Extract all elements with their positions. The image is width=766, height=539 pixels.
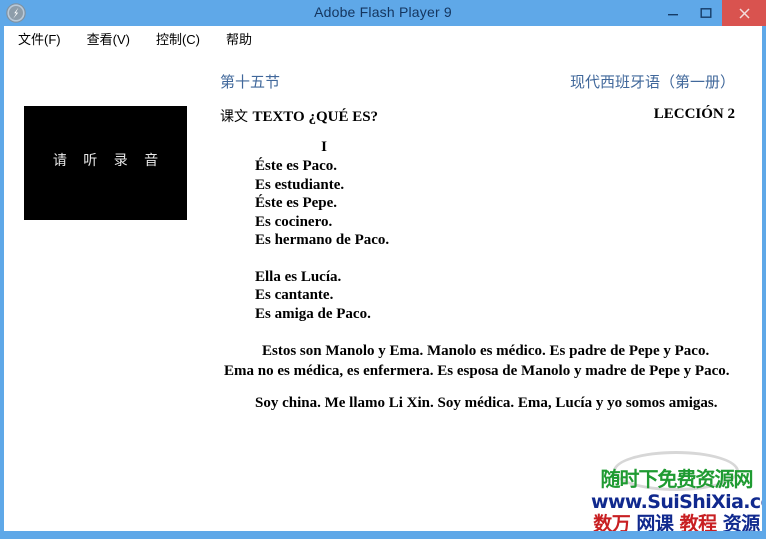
menu-bar: 文件(F) 查看(V) 控制(C) 帮助: [0, 26, 766, 51]
minimize-button[interactable]: [656, 0, 689, 26]
lesson-number: 第十五节: [220, 73, 281, 91]
section-numeral: I: [321, 139, 327, 155]
texto-label: 课文 TEXTO ¿QUÉ ES?: [220, 106, 378, 126]
flash-stage[interactable]: 第十五节 现代西班牙语（第一册） 课文 TEXTO ¿QUÉ ES? LECCI…: [4, 51, 762, 531]
paragraph-lixin: Soy china. Me llamo Li Xin. Soy médica. …: [255, 395, 718, 411]
menu-item-file[interactable]: 文件(F): [18, 29, 61, 48]
watermark-url: www.SuiShiXia.com: [591, 491, 762, 513]
verse-line: Es cantante.: [255, 287, 334, 303]
verse-line: Es cocinero.: [255, 213, 333, 230]
window-controls: [656, 0, 766, 26]
menu-item-view[interactable]: 查看(V): [87, 29, 130, 48]
maximize-button[interactable]: [689, 0, 722, 26]
stage-frame: 第十五节 现代西班牙语（第一册） 课文 TEXTO ¿QUÉ ES? LECCI…: [0, 51, 766, 539]
texto-label-es: TEXTO ¿QUÉ ES?: [252, 109, 379, 125]
verse-line: Éste es Pepe.: [255, 195, 338, 211]
verse-line: Ella es Lucía.: [255, 268, 342, 285]
flash-player-window: Adobe Flash Player 9 文件(F) 查看(V) 控制(C) 帮…: [0, 0, 766, 539]
window-title: Adobe Flash Player 9: [314, 4, 452, 20]
watermark-tagline-part: 数万: [593, 513, 631, 532]
menu-item-control[interactable]: 控制(C): [156, 29, 200, 48]
video-caption: 请 听 录 音: [52, 153, 165, 169]
watermark-site-name: 随时下免费资源网: [600, 467, 754, 491]
lesson-text-body: I Éste es Paco. Es estudiante. Éste es P…: [224, 137, 734, 413]
title-bar: Adobe Flash Player 9: [0, 0, 766, 26]
watermark-tagline: 数万 网课 教程 资源: [591, 513, 762, 532]
paragraph-manolo: Estos son Manolo y Ema. Manolo es médico…: [224, 343, 730, 379]
watermark-tagline-part: 网课: [636, 513, 674, 532]
close-button[interactable]: [722, 0, 766, 26]
close-icon: [738, 7, 750, 19]
verse-line: Es estudiante.: [255, 176, 345, 193]
minimize-icon: [667, 14, 678, 16]
verse-line: Éste es Paco.: [255, 158, 338, 174]
video-panel[interactable]: 请 听 录 音: [24, 106, 187, 220]
watermark-tagline-part: 教程: [679, 513, 718, 532]
leccion-label: LECCIÓN 2: [653, 106, 735, 122]
maximize-icon: [700, 8, 712, 18]
menu-item-help[interactable]: 帮助: [226, 29, 252, 48]
book-title: 现代西班牙语（第一册）: [569, 73, 735, 91]
verse-line: Es hermano de Paco.: [255, 232, 390, 248]
texto-label-cn: 课文: [220, 109, 248, 125]
watermark: 随时下免费资源网 www.SuiShiXia.com 数万 网课 教程 资源: [591, 449, 762, 531]
watermark-tagline-part: 资源: [722, 513, 761, 532]
verse-line: Es amiga de Paco.: [255, 305, 371, 322]
flash-player-icon: [6, 3, 26, 23]
